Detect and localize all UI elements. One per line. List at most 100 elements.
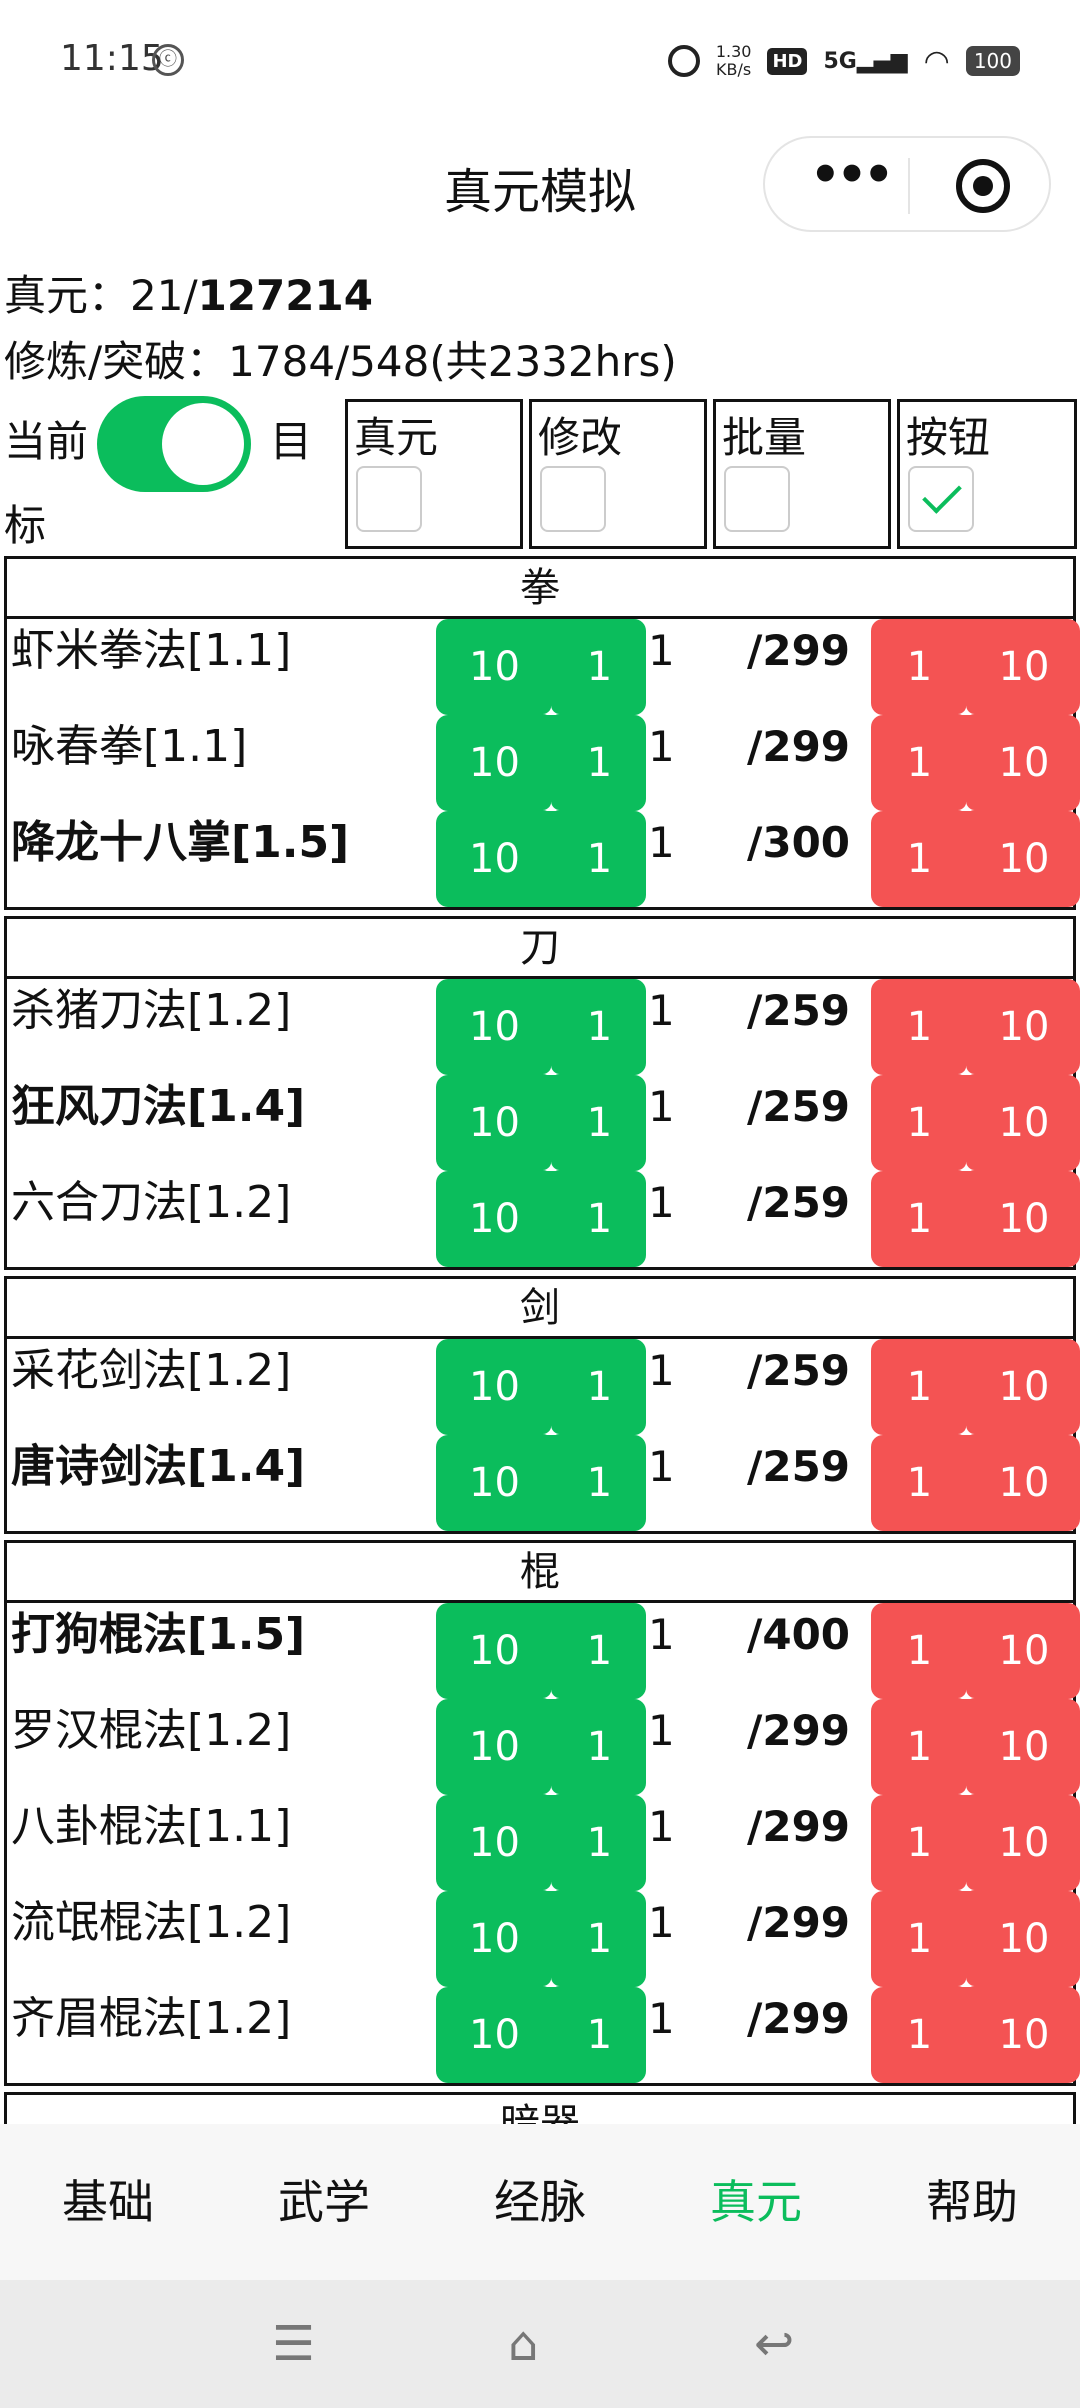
sub-1-button[interactable]: 1 [871, 1435, 968, 1531]
sub-10-button[interactable]: 10 [968, 715, 1080, 811]
skill-max-level: /259 [747, 1442, 851, 1491]
option-checkbox-button[interactable] [908, 466, 974, 532]
add-1-button[interactable]: 1 [553, 1435, 646, 1531]
skill-level: 1 [648, 722, 675, 771]
skill-section: 暗器 [4, 2092, 1076, 2124]
skill-level: 1 [648, 1994, 675, 2043]
sub-1-button[interactable]: 1 [871, 619, 968, 715]
skill-level: 1 [648, 986, 675, 1035]
notification-icon: ⓒ [152, 44, 184, 76]
add-10-button[interactable]: 10 [436, 1987, 553, 2083]
add-10-button[interactable]: 10 [436, 1435, 553, 1531]
tab-0[interactable]: 基础 [0, 2124, 216, 2280]
add-1-button[interactable]: 1 [553, 979, 646, 1075]
add-10-button[interactable]: 10 [436, 1795, 553, 1891]
sub-10-button[interactable]: 10 [968, 1891, 1080, 1987]
menu-icon[interactable]: ☰ [272, 2320, 315, 2368]
add-10-button[interactable]: 10 [436, 619, 553, 715]
add-10-button[interactable]: 10 [436, 715, 553, 811]
target-label-wrap: 标 [4, 501, 47, 550]
more-icon[interactable]: ••• [805, 151, 895, 210]
add-1-button[interactable]: 1 [553, 1603, 646, 1699]
sub-1-button[interactable]: 1 [871, 1075, 968, 1171]
zhenyuan-line: 真元：21/127214 [4, 262, 373, 323]
add-10-button[interactable]: 10 [436, 1171, 553, 1267]
sub-1-button[interactable]: 1 [871, 1699, 968, 1795]
sub-1-button[interactable]: 1 [871, 1891, 968, 1987]
sub-1-button[interactable]: 1 [871, 1795, 968, 1891]
add-10-button[interactable]: 10 [436, 811, 553, 907]
skill-max-level: /299 [747, 626, 851, 675]
sub-10-button[interactable]: 10 [968, 619, 1080, 715]
sub-10-button[interactable]: 10 [968, 979, 1080, 1075]
add-1-button[interactable]: 1 [553, 1075, 646, 1171]
home-icon[interactable]: ⌂ [508, 2320, 538, 2368]
skill-max-level: /300 [747, 818, 851, 867]
sub-10-button[interactable]: 10 [968, 811, 1080, 907]
skill-row: 六合刀法[1.2] 10 1 1/259 1 10 [7, 1171, 1080, 1267]
skill-row: 降龙十八掌[1.5] 10 1 1/300 1 10 [7, 811, 1080, 907]
target-label: 目 [270, 417, 313, 466]
nav-bar: 真元模拟 ••• [0, 120, 1080, 250]
skill-name: 唐诗剑法[1.4] [11, 1441, 306, 1492]
skill-level: 1 [648, 1178, 675, 1227]
sub-10-button[interactable]: 10 [968, 1171, 1080, 1267]
add-1-button[interactable]: 1 [553, 1699, 646, 1795]
add-1-button[interactable]: 1 [553, 1171, 646, 1267]
close-target-icon[interactable] [956, 159, 1010, 213]
add-1-button[interactable]: 1 [553, 1987, 646, 2083]
add-10-button[interactable]: 10 [436, 1075, 553, 1171]
skill-list[interactable]: 拳虾米拳法[1.1]1011/299110✦✦咏春拳[1.1]1011/2991… [0, 550, 1080, 2124]
add-10-button[interactable]: 10 [436, 1339, 553, 1435]
network-speed-unit: KB/s [716, 60, 752, 79]
add-1-button[interactable]: 1 [553, 1339, 646, 1435]
skill-level: 1 [648, 1898, 675, 1947]
tab-3[interactable]: 真元 [648, 2124, 864, 2280]
tab-2[interactable]: 经脉 [432, 2124, 648, 2280]
sub-1-button[interactable]: 1 [871, 715, 968, 811]
skill-row: 流氓棍法[1.2]1011/299110✦✦ [7, 1891, 1080, 1999]
option-checkbox-zhenyuan[interactable] [356, 466, 422, 532]
add-1-button[interactable]: 1 [553, 811, 646, 907]
sub-1-button[interactable]: 1 [871, 1603, 968, 1699]
sub-10-button[interactable]: 10 [968, 1795, 1080, 1891]
add-1-button[interactable]: 1 [553, 619, 646, 715]
sub-10-button[interactable]: 10 [968, 1339, 1080, 1435]
skill-max-level: /400 [747, 1610, 851, 1659]
skill-name: 八卦棍法[1.1] [11, 1801, 292, 1852]
sub-1-button[interactable]: 1 [871, 1339, 968, 1435]
sub-10-button[interactable]: 10 [968, 1603, 1080, 1699]
add-10-button[interactable]: 10 [436, 979, 553, 1075]
back-icon[interactable]: ↩ [754, 2320, 794, 2368]
add-10-button[interactable]: 10 [436, 1603, 553, 1699]
sub-10-button[interactable]: 10 [968, 1987, 1080, 2083]
sub-1-button[interactable]: 1 [871, 1171, 968, 1267]
tab-4[interactable]: 帮助 [864, 2124, 1080, 2280]
add-10-button[interactable]: 10 [436, 1891, 553, 1987]
add-1-button[interactable]: 1 [553, 1795, 646, 1891]
skill-level: 1 [648, 1346, 675, 1395]
add-1-button[interactable]: 1 [553, 715, 646, 811]
sub-10-button[interactable]: 10 [968, 1435, 1080, 1531]
section-title: 棍 [7, 1543, 1073, 1603]
skill-section: 刀杀猪刀法[1.2]1011/259110✦✦狂风刀法[1.4]1011/259… [4, 916, 1080, 1270]
mode-toggle[interactable] [97, 396, 251, 492]
sub-10-button[interactable]: 10 [968, 1699, 1080, 1795]
network-speed-value: 1.30 [715, 42, 752, 61]
add-1-button[interactable]: 1 [553, 1891, 646, 1987]
network-type: 5G [823, 48, 857, 74]
skill-row: 罗汉棍法[1.2]1011/299110✦✦ [7, 1699, 1080, 1807]
option-checkbox-modify[interactable] [540, 466, 606, 532]
tab-1[interactable]: 武学 [216, 2124, 432, 2280]
sub-1-button[interactable]: 1 [871, 811, 968, 907]
option-checkbox-batch[interactable] [724, 466, 790, 532]
sub-10-button[interactable]: 10 [968, 1075, 1080, 1171]
skill-max-level: /259 [747, 1082, 851, 1131]
sub-1-button[interactable]: 1 [871, 1987, 968, 2083]
option-label: 按钮 [906, 413, 991, 462]
skill-max-level: /259 [747, 1346, 851, 1395]
skill-level: 1 [648, 1610, 675, 1659]
add-10-button[interactable]: 10 [436, 1699, 553, 1795]
current-label: 当前 [4, 417, 89, 466]
sub-1-button[interactable]: 1 [871, 979, 968, 1075]
